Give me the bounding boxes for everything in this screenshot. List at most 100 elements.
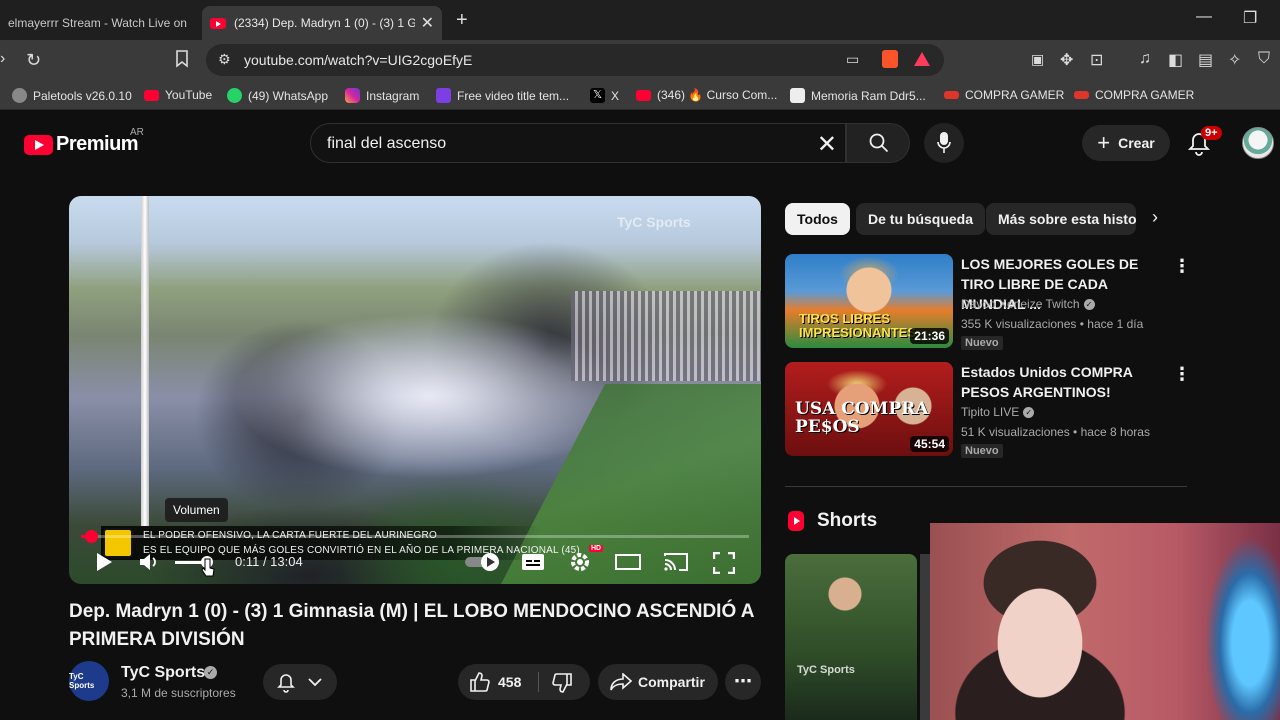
bookmark-youtube[interactable]: YouTube bbox=[144, 88, 212, 102]
channel-name[interactable]: TyC Sports bbox=[121, 664, 205, 682]
puzzle-icon[interactable]: ✥ bbox=[1060, 50, 1073, 70]
progress-scrubber[interactable] bbox=[85, 530, 98, 543]
youtube-premium-logo[interactable]: Premium bbox=[24, 133, 139, 156]
minimize-icon[interactable]: — bbox=[1196, 8, 1212, 26]
video-title[interactable]: Estados Unidos COMPRA PESOS ARGENTINOS! bbox=[961, 362, 1157, 402]
chip-all[interactable]: Todos bbox=[785, 203, 850, 235]
theater-mode-icon[interactable] bbox=[615, 553, 641, 571]
reload-icon[interactable]: ↻ bbox=[26, 50, 41, 71]
cast-icon[interactable]: ▭ bbox=[846, 51, 859, 68]
logo-text: Premium bbox=[56, 133, 139, 155]
bookmark-instagram[interactable]: Instagram bbox=[345, 88, 419, 103]
like-icon[interactable] bbox=[470, 672, 490, 692]
brave-rewards-icon[interactable] bbox=[914, 52, 930, 66]
restore-icon[interactable]: ❐ bbox=[1243, 8, 1257, 28]
settings-gear-icon[interactable] bbox=[569, 551, 591, 573]
bookmark-paletools[interactable]: Paletools v26.0.10 bbox=[12, 88, 132, 103]
mouse-cursor-icon bbox=[201, 558, 215, 577]
bookmark-free-video-title[interactable]: Free video title tem... bbox=[436, 88, 569, 103]
brave-shield-icon[interactable] bbox=[882, 50, 898, 68]
bookmark-x[interactable]: 𝕏X bbox=[590, 88, 619, 103]
like-divider bbox=[538, 672, 539, 692]
share-button[interactable]: Compartir bbox=[598, 664, 718, 700]
subscription-notifications-button[interactable] bbox=[263, 664, 337, 700]
recommended-video[interactable]: TIROS LIBRES IMPRESIONANTES 21:36 LOS ME… bbox=[785, 254, 1191, 350]
channel-line[interactable]: Tipito LIVE ✓ bbox=[961, 405, 1035, 419]
autoplay-toggle-icon[interactable] bbox=[465, 552, 501, 572]
clear-search-icon[interactable]: ✕ bbox=[817, 130, 837, 159]
more-actions-button[interactable]: ⋯ bbox=[725, 664, 761, 700]
tab-title: (2334) Dep. Madryn 1 (0) - (3) 1 G bbox=[234, 16, 415, 30]
bookmark-label: (49) WhatsApp bbox=[248, 88, 329, 103]
vpn-icon[interactable]: ⛉ bbox=[1258, 50, 1270, 68]
extension-icon[interactable]: ▣ bbox=[1031, 51, 1044, 68]
bookmark-label: X bbox=[611, 88, 620, 103]
site-settings-icon[interactable]: ⚙ bbox=[218, 51, 231, 68]
bookmarks-bar: Paletools v26.0.10 YouTube (49) WhatsApp… bbox=[0, 82, 1280, 110]
search-button[interactable] bbox=[846, 123, 910, 163]
video-duration: 45:54 bbox=[910, 436, 949, 452]
chevron-right-icon[interactable]: › bbox=[1152, 207, 1158, 228]
forward-icon[interactable]: › bbox=[0, 50, 5, 68]
bookmark-compra-gamer-1[interactable]: COMPRA GAMER bbox=[944, 88, 1064, 102]
short-thumbnail[interactable]: TyC Sports bbox=[785, 554, 917, 720]
thumbnail-text: USA COMPRA PE$OS bbox=[795, 399, 929, 437]
leo-icon[interactable]: ✧ bbox=[1228, 50, 1241, 70]
search-value[interactable]: final del ascenso bbox=[327, 135, 446, 153]
bookmark-icon[interactable] bbox=[175, 50, 189, 73]
kebab-menu-icon[interactable]: ⋮ bbox=[1173, 364, 1191, 385]
play-icon[interactable] bbox=[95, 552, 113, 572]
address-bar[interactable]: ⚙ youtube.com/watch?v=UIG2cgoEfyE ▭ bbox=[206, 44, 944, 76]
new-tab-icon[interactable]: + bbox=[456, 9, 468, 32]
bookmark-label: Instagram bbox=[366, 88, 420, 103]
close-tab-icon[interactable]: ✕ bbox=[421, 13, 434, 33]
captions-icon[interactable] bbox=[521, 553, 545, 571]
voice-search-button[interactable] bbox=[924, 123, 964, 163]
bookmark-label: Paletools v26.0.10 bbox=[33, 88, 132, 103]
chip-from-search[interactable]: De tu búsqueda bbox=[856, 203, 986, 235]
jitbit-icon bbox=[436, 88, 451, 103]
video-thumbnail[interactable]: USA COMPRA PE$OS 45:54 bbox=[785, 362, 953, 456]
verified-icon: ✓ bbox=[1023, 407, 1035, 419]
dislike-icon[interactable] bbox=[552, 673, 572, 693]
cast-icon[interactable] bbox=[663, 552, 689, 572]
video-title: Dep. Madryn 1 (0) - (3) 1 Gimnasia (M) |… bbox=[69, 601, 754, 650]
hd-badge: HD bbox=[589, 545, 604, 552]
bookmark-label: YouTube bbox=[165, 88, 213, 102]
verified-icon: ✓ bbox=[1083, 299, 1095, 311]
broadcaster-watermark: TyC Sports bbox=[617, 214, 691, 230]
recommended-video[interactable]: USA COMPRA PE$OS 45:54 Estados Unidos CO… bbox=[785, 362, 1191, 458]
channel-name: Tipito LIVE bbox=[961, 405, 1020, 419]
account-avatar[interactable] bbox=[1242, 127, 1274, 159]
video-duration: 21:36 bbox=[910, 328, 949, 344]
chip-more-about-story[interactable]: Más sobre esta histor bbox=[986, 203, 1136, 235]
music-icon[interactable]: ♫ bbox=[1139, 50, 1151, 68]
notifications-button[interactable]: 9+ bbox=[1187, 126, 1222, 161]
browser-tab-youtube[interactable]: (2334) Dep. Madryn 1 (0) - (3) 1 G ✕ bbox=[202, 6, 442, 40]
url-text[interactable]: youtube.com/watch?v=UIG2cgoEfyE bbox=[244, 52, 472, 68]
bookmark-compra-gamer-2[interactable]: COMPRA GAMER bbox=[1074, 88, 1194, 102]
reader-icon[interactable]: ⊡ bbox=[1090, 50, 1103, 70]
progress-bar[interactable] bbox=[81, 535, 749, 538]
youtube-header: Premium AR final del ascenso ✕ + Crear 9… bbox=[0, 110, 1280, 176]
bookmark-memoria-ram[interactable]: Memoria Ram Ddr5... bbox=[790, 88, 926, 103]
browser-tab-stream[interactable]: elmayerrr Stream - Watch Live on bbox=[0, 6, 200, 40]
channel-avatar[interactable]: TyC Sports bbox=[69, 661, 109, 701]
create-button[interactable]: + Crear bbox=[1082, 125, 1170, 161]
video-player[interactable]: TyC Sports Volumen EL PODER OFENSIVO, LA… bbox=[69, 196, 761, 584]
kebab-menu-icon[interactable]: ⋮ bbox=[1173, 256, 1191, 277]
channel-line[interactable]: Davoo Xeneize Twitch ✓ bbox=[961, 297, 1095, 311]
bookmark-curso[interactable]: (346) 🔥 Curso Com... bbox=[636, 88, 777, 102]
sidebar-icon[interactable]: ◧ bbox=[1168, 50, 1183, 70]
webcam-overlay bbox=[930, 523, 1280, 720]
wallet-icon[interactable]: ▤ bbox=[1198, 50, 1213, 70]
floodlight-pole bbox=[141, 196, 149, 526]
bookmark-whatsapp[interactable]: (49) WhatsApp bbox=[227, 88, 328, 103]
new-badge: Nuevo bbox=[961, 444, 1003, 458]
search-input[interactable]: final del ascenso ✕ bbox=[310, 123, 846, 163]
fullscreen-icon[interactable] bbox=[713, 552, 735, 574]
plus-icon: + bbox=[1097, 130, 1111, 155]
like-count[interactable]: 458 bbox=[498, 674, 521, 690]
video-thumbnail[interactable]: TIROS LIBRES IMPRESIONANTES 21:36 bbox=[785, 254, 953, 348]
volume-icon[interactable] bbox=[139, 552, 161, 572]
